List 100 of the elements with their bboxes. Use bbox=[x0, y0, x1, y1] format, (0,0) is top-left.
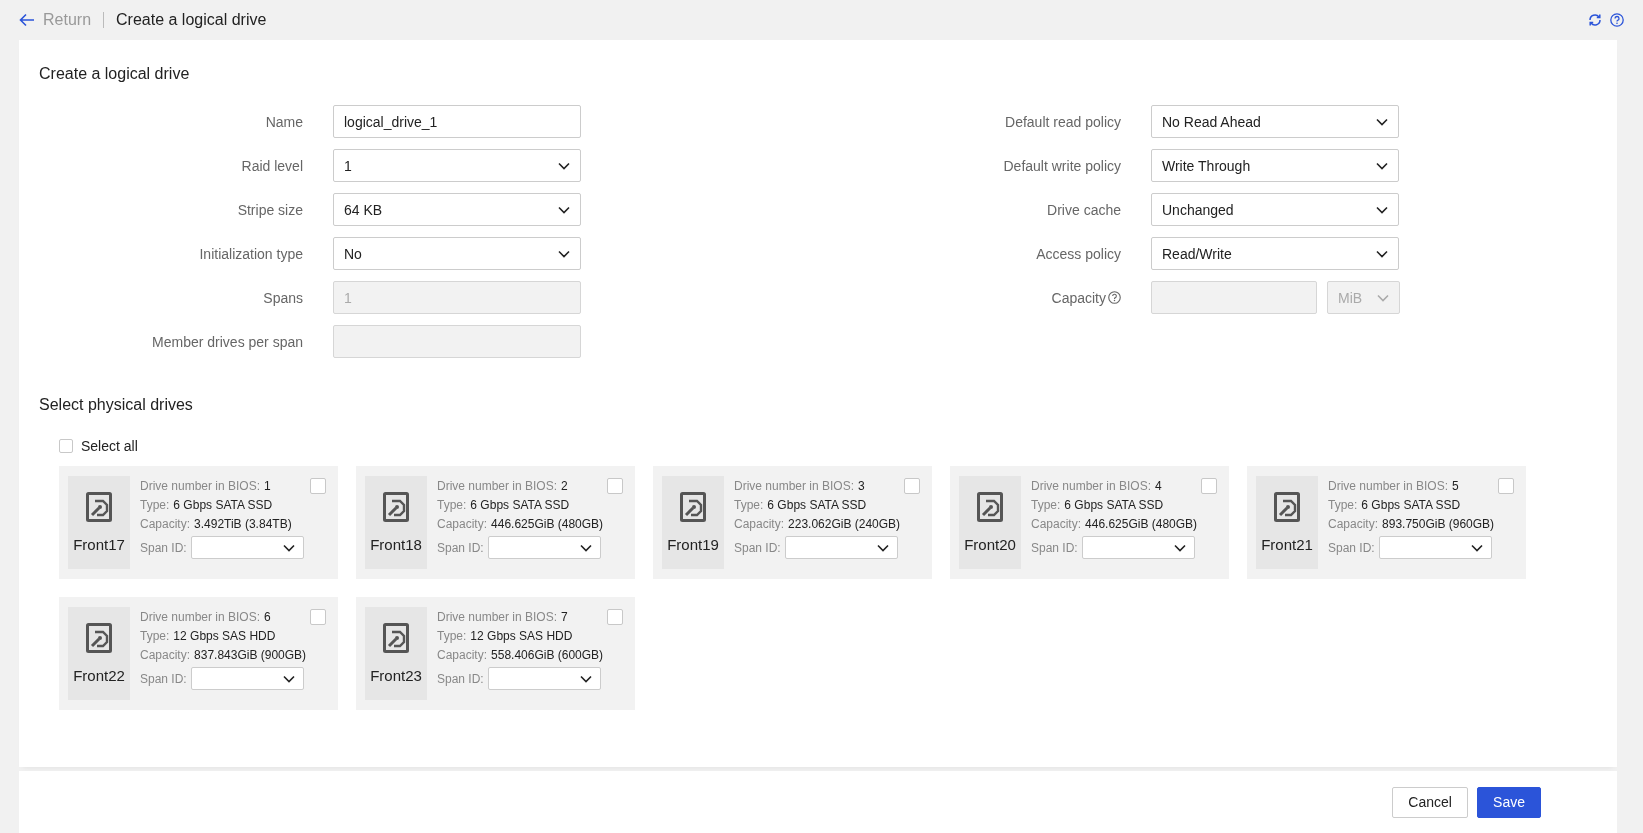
field-value: 446.625GiB (480GB) bbox=[1085, 517, 1198, 531]
select-field[interactable] bbox=[190, 667, 304, 690]
hard-drive-icon bbox=[977, 492, 1003, 522]
help-icon[interactable] bbox=[1610, 13, 1624, 27]
field-label: Default write policy bbox=[1003, 157, 1121, 174]
field-value: 1 bbox=[264, 479, 271, 493]
hard-drive-icon bbox=[86, 623, 112, 653]
chevron-down-icon bbox=[558, 205, 570, 214]
chevron-down-icon bbox=[1376, 117, 1388, 126]
field-label: Span ID: bbox=[1031, 540, 1078, 555]
select-field[interactable]: 1 bbox=[333, 149, 581, 182]
cancel-button[interactable]: Cancel bbox=[1392, 786, 1469, 818]
select-field[interactable]: No Read Ahead bbox=[1151, 105, 1399, 138]
field-label: Initialization type bbox=[199, 245, 303, 262]
chevron-down-icon bbox=[282, 543, 295, 552]
drive-checkbox[interactable] bbox=[310, 609, 326, 625]
drive-name: Front18 bbox=[370, 536, 422, 553]
section-title: Create a logical drive bbox=[39, 64, 191, 84]
drive-name: Front21 bbox=[1261, 536, 1313, 553]
field-value: 446.625GiB (480GB) bbox=[491, 517, 604, 531]
chevron-down-icon bbox=[579, 543, 592, 552]
field-label: Stripe size bbox=[237, 201, 303, 218]
field-label: Span ID: bbox=[437, 540, 484, 555]
select-field[interactable] bbox=[487, 536, 601, 559]
field-value: 2 bbox=[561, 479, 568, 493]
drive-checkbox[interactable] bbox=[607, 609, 623, 625]
chevron-down-icon bbox=[1376, 161, 1388, 170]
drive-card[interactable]: Front21 Drive number in BIOS: 5 Type: 6 Gbps SATA SSD Capacity: 893.750GiB (960GB) Span ID: bbox=[1247, 466, 1526, 579]
chevron-down-icon bbox=[876, 543, 889, 552]
field-value: 12 Gbps SAS HDD bbox=[173, 629, 276, 643]
drive-card[interactable]: Front17 Drive number in BIOS: 1 Type: 6 Gbps SATA SSD Capacity: 3.492TiB (3.84TB) Span ID: bbox=[59, 466, 338, 579]
select-field[interactable] bbox=[1378, 536, 1492, 559]
hard-drive-icon bbox=[383, 623, 409, 653]
field-value: 5 bbox=[1452, 479, 1459, 493]
drive-checkbox[interactable] bbox=[904, 478, 920, 494]
select-field[interactable]: No bbox=[333, 237, 581, 270]
hard-drive-icon bbox=[1274, 492, 1300, 522]
field-value: 3.492TiB (3.84TB) bbox=[194, 517, 292, 531]
field-label: Drive number in BIOS: bbox=[734, 479, 855, 493]
field-value: 6 bbox=[264, 610, 271, 624]
drive-card[interactable]: Front23 Drive number in BIOS: 7 Type: 12 Gbps SAS HDD Capacity: 558.406GiB (600GB) Span ID: bbox=[356, 597, 635, 710]
section-title: Select physical drives bbox=[39, 396, 194, 415]
field-label: Drive number in BIOS: bbox=[140, 479, 261, 493]
field-label: Capacity: bbox=[734, 517, 785, 531]
drive-card[interactable]: Front18 Drive number in BIOS: 2 Type: 6 Gbps SATA SSD Capacity: 446.625GiB (480GB) Span ID: bbox=[356, 466, 635, 579]
chevron-down-icon bbox=[1377, 293, 1389, 302]
select-field[interactable]: Read/Write bbox=[1151, 237, 1399, 270]
field-label: Capacity: bbox=[140, 648, 191, 662]
field-value: 6 Gbps SATA SSD bbox=[1064, 498, 1164, 512]
field-label: Capacity: bbox=[140, 517, 191, 531]
input-field[interactable]: logical_drive_1 bbox=[333, 105, 581, 138]
page-title: Create a logical drive bbox=[116, 11, 267, 29]
field-label: Type: bbox=[1328, 498, 1358, 512]
field-label: Drive number in BIOS: bbox=[1328, 479, 1449, 493]
arrow-left-icon bbox=[19, 13, 35, 27]
field-value: 7 bbox=[561, 610, 568, 624]
chevron-down-icon bbox=[1376, 249, 1388, 258]
select-field[interactable]: Unchanged bbox=[1151, 193, 1399, 226]
field-value: 4 bbox=[1155, 479, 1162, 493]
field-label: Default read policy bbox=[1005, 113, 1121, 130]
field-label: Name bbox=[265, 113, 303, 130]
drive-checkbox[interactable] bbox=[1498, 478, 1514, 494]
field-label: Type: bbox=[1031, 498, 1061, 512]
field-label: Drive number in BIOS: bbox=[1031, 479, 1152, 493]
hard-drive-icon bbox=[86, 492, 112, 522]
field-label: Member drives per span bbox=[152, 333, 303, 350]
save-button[interactable]: Save bbox=[1477, 786, 1541, 818]
field-value: 6 Gbps SATA SSD bbox=[470, 498, 570, 512]
field-label: Type: bbox=[437, 629, 467, 643]
field-label: Span ID: bbox=[1328, 540, 1375, 555]
drive-name: Front23 bbox=[370, 667, 422, 684]
chevron-down-icon bbox=[558, 161, 570, 170]
select-field[interactable] bbox=[784, 536, 898, 559]
drive-checkbox[interactable] bbox=[607, 478, 623, 494]
chevron-down-icon bbox=[1173, 543, 1186, 552]
field-label: Drive number in BIOS: bbox=[437, 610, 558, 624]
select-field[interactable]: 64 KB bbox=[333, 193, 581, 226]
field-label: Span ID: bbox=[140, 671, 187, 686]
checkbox-label: Select all bbox=[81, 438, 138, 454]
drive-name: Front22 bbox=[73, 667, 125, 684]
drive-card[interactable]: Front19 Drive number in BIOS: 3 Type: 6 Gbps SATA SSD Capacity: 223.062GiB (240GB) Span ID: bbox=[653, 466, 932, 579]
drive-card[interactable]: Front20 Drive number in BIOS: 4 Type: 6 Gbps SATA SSD Capacity: 446.625GiB (480GB) Span ID: bbox=[950, 466, 1229, 579]
field-label: Type: bbox=[140, 498, 170, 512]
select-field[interactable] bbox=[487, 667, 601, 690]
field-label: Capacity: bbox=[437, 648, 488, 662]
select-field[interactable]: Write Through bbox=[1151, 149, 1399, 182]
field-label: Type: bbox=[437, 498, 467, 512]
field-label: Drive number in BIOS: bbox=[437, 479, 558, 493]
select-all-checkbox[interactable] bbox=[59, 439, 73, 453]
drive-checkbox[interactable] bbox=[310, 478, 326, 494]
drive-checkbox[interactable] bbox=[1201, 478, 1217, 494]
drive-name: Front17 bbox=[73, 536, 125, 553]
field-label: Type: bbox=[734, 498, 764, 512]
field-value: 893.750GiB (960GB) bbox=[1382, 517, 1495, 531]
select-field[interactable] bbox=[1081, 536, 1195, 559]
field-label: Type: bbox=[140, 629, 170, 643]
drive-card[interactable]: Front22 Drive number in BIOS: 6 Type: 12 Gbps SAS HDD Capacity: 837.843GiB (900GB) Span ID: bbox=[59, 597, 338, 710]
select-field[interactable] bbox=[190, 536, 304, 559]
refresh-icon[interactable] bbox=[1588, 13, 1602, 27]
chevron-down-icon bbox=[282, 674, 295, 683]
